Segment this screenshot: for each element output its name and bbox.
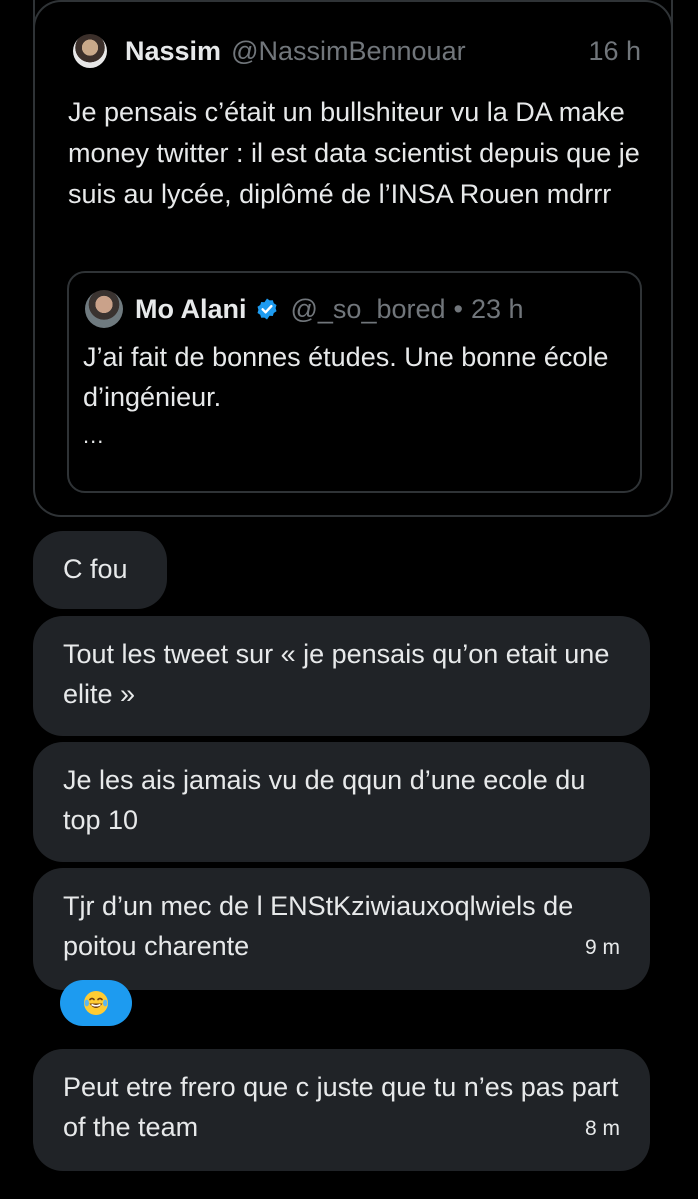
inner-author-handle[interactable]: @_so_bored (291, 294, 446, 325)
quoted-tweet-card[interactable]: Nassim @NassimBennouar 16 h Je pensais c… (33, 0, 673, 517)
face-with-tears-of-joy-icon (84, 991, 108, 1015)
separator-dot: • (453, 293, 463, 324)
message-time: 8 m (584, 1117, 620, 1140)
inner-tweet-text: J’ai fait de bonnes études. Une bonne éc… (83, 342, 609, 412)
author-avatar[interactable] (73, 34, 107, 68)
show-more-ellipsis[interactable]: ... (83, 423, 104, 449)
author-name[interactable]: Nassim (125, 36, 221, 67)
dm-conversation: Nassim @NassimBennouar 16 h Je pensais c… (0, 0, 698, 1199)
message-bubble[interactable]: Tout les tweet sur « je pensais qu’on et… (33, 616, 650, 736)
inner-quote-card[interactable]: Mo Alani @_so_bored • 23 h J’ai fait de … (67, 271, 642, 493)
message-bubble[interactable]: Peut etre frero que c juste que tu n’es … (33, 1049, 650, 1171)
message-bubble[interactable]: Je les ais jamais vu de qqun d’une ecole… (33, 742, 650, 862)
message-bubble[interactable]: Tjr d’un mec de l ENStKziwiauxoqlwiels d… (33, 868, 650, 990)
reaction-badge[interactable] (60, 980, 132, 1026)
message-text: Tjr d’un mec de l ENStKziwiauxoqlwiels d… (63, 891, 574, 961)
inner-tweet-time: 23 h (470, 293, 524, 324)
inner-author-name[interactable]: Mo Alani (135, 294, 247, 325)
inner-author-avatar[interactable] (85, 290, 123, 328)
tweet-time: 16 h (588, 35, 641, 66)
message-bubble[interactable]: C fou (33, 531, 167, 609)
quoted-tweet-header: Nassim @NassimBennouar 16 h (73, 33, 641, 69)
inner-quote-header: Mo Alani @_so_bored • 23 h (85, 289, 624, 329)
message-text: Tout les tweet sur « je pensais qu’on et… (63, 639, 610, 709)
message-time: 9 m (584, 936, 620, 959)
tweet-text: Je pensais c’était un bullshiteur vu la … (68, 97, 640, 209)
message-text: C fou (63, 554, 128, 584)
verified-badge-icon (257, 298, 276, 320)
author-handle[interactable]: @NassimBennouar (231, 36, 588, 67)
message-text: Je les ais jamais vu de qqun d’une ecole… (63, 765, 586, 835)
message-text: Peut etre frero que c juste que tu n’es … (63, 1072, 619, 1142)
